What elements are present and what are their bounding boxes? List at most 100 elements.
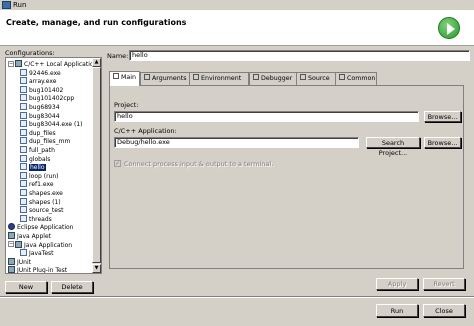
footer-separator: [0, 296, 474, 298]
tree-item-label: Java Application: [24, 241, 73, 249]
config-icon: [20, 94, 27, 102]
tab-arguments[interactable]: Arguments: [140, 72, 190, 85]
tab-common-icon: [339, 74, 345, 80]
revert-button[interactable]: Revert: [423, 278, 465, 290]
config-type-icon: [8, 266, 15, 273]
tree-expander-icon[interactable]: −: [8, 60, 14, 67]
tab-main[interactable]: Main: [109, 71, 140, 86]
close-button[interactable]: Close: [423, 304, 465, 317]
tab-environment-icon: [193, 74, 199, 80]
tab-debugger-icon: [253, 74, 259, 80]
config-icon: [20, 206, 27, 214]
configurations-label: Configurations:: [5, 49, 55, 57]
main-tab-panel: Project: hello Browse... C/C++ Applicati…: [109, 85, 464, 269]
config-icon: [20, 85, 27, 93]
tab-common[interactable]: Common: [335, 72, 377, 85]
dialog-header: Create, manage, and run configurations: [0, 10, 474, 46]
tab-label: Arguments: [152, 75, 187, 82]
tree-item-label: Java Applet: [17, 233, 52, 240]
tab-label: Source: [308, 75, 330, 82]
config-icon: [20, 189, 27, 196]
config-type-icon: [8, 257, 15, 265]
config-icon: [20, 154, 27, 162]
project-field[interactable]: hello: [114, 111, 419, 122]
config-icon: [20, 77, 27, 85]
tree-item-label: source_test: [29, 207, 64, 215]
tree-item-label: JUnit: [17, 258, 31, 266]
tree-item-label: globals: [29, 155, 51, 163]
tree-item-label: JUnit Plug-in Test: [17, 267, 68, 274]
search-project-button[interactable]: Search Project...: [366, 137, 420, 157]
tree-item[interactable]: JUnit Plug-in Test: [8, 266, 68, 274]
tree-item-label: dup_files_mm: [29, 138, 71, 146]
apply-button[interactable]: Apply: [376, 278, 418, 290]
tree-item-label: full_path: [29, 147, 55, 154]
tab-debugger[interactable]: Debugger: [249, 72, 297, 85]
browse-project-button[interactable]: Browse...: [424, 111, 461, 122]
tab-source-icon: [300, 74, 306, 80]
config-icon: [20, 171, 27, 179]
config-icon: [20, 103, 27, 110]
configurations-tree[interactable]: − C/C++ Local Application 92446.exe array.e…: [5, 57, 102, 274]
tree-item-label: bug101402: [29, 86, 64, 94]
tab-label: Debugger: [261, 75, 293, 82]
tab-arguments-icon: [144, 74, 150, 80]
config-icon: [20, 68, 27, 76]
browse-application-button[interactable]: Browse...: [424, 137, 461, 148]
eclipse-icon: [8, 223, 15, 231]
tree-item-label: dup_files: [29, 129, 56, 137]
connect-terminal-label: Connect process input & output to a term…: [124, 160, 274, 168]
project-label: Project:: [114, 101, 139, 109]
tree-item-label: bug101402cpp: [29, 95, 75, 103]
scroll-up-button[interactable]: ▲: [92, 58, 101, 67]
new-button[interactable]: New: [5, 281, 47, 293]
tree-scrollbar[interactable]: ▲ ▼: [92, 58, 101, 273]
name-field[interactable]: hello: [129, 50, 470, 61]
config-type-icon: [15, 60, 22, 67]
run-button[interactable]: Run: [376, 304, 418, 317]
tree-item-label: ref1.exe: [29, 181, 54, 189]
tab-source[interactable]: Source: [296, 72, 336, 85]
config-type-icon: [8, 232, 15, 239]
config-type-icon: [15, 240, 22, 248]
tab-label: Environment: [201, 75, 242, 82]
tree-item-label: hello: [29, 164, 46, 172]
tree-item-label: bug83044: [29, 112, 60, 120]
tree-item-label: bug68934: [29, 104, 60, 111]
config-icon: [20, 128, 27, 136]
tree-item-label: array.exe: [29, 78, 57, 86]
name-label: Name:: [107, 52, 129, 60]
tab-main-icon: [113, 73, 119, 79]
run-window-icon: [2, 1, 11, 9]
config-icon: [20, 163, 27, 171]
connect-terminal-checkbox[interactable]: ✓: [114, 160, 121, 167]
application-field[interactable]: Debug/hello.exe: [114, 137, 359, 148]
tree-item-label: shapes (1): [29, 198, 61, 206]
tree-item-label: 92446.exe: [29, 69, 61, 77]
config-icon: [20, 197, 27, 205]
config-icon: [20, 249, 27, 257]
tree-item-label: bug83044.exe (1): [29, 121, 83, 129]
tree-item-label: threads: [29, 215, 52, 223]
tree-item-label: Eclipse Application: [17, 224, 74, 232]
tab-label: Common: [347, 75, 376, 82]
window-title: Run: [13, 1, 27, 9]
config-icon: [20, 214, 27, 222]
config-icon: [20, 137, 27, 145]
config-icon: [20, 120, 27, 128]
tree-item-label: loop (run): [29, 172, 59, 180]
delete-button[interactable]: Delete: [51, 281, 93, 293]
scroll-thumb[interactable]: [92, 67, 101, 263]
tree-expander-icon[interactable]: −: [8, 241, 14, 248]
tree-item-label: JavaTest: [29, 250, 54, 258]
config-icon: [20, 111, 27, 119]
run-banner-icon: [438, 17, 460, 39]
tree-item-label: C/C++ Local Application: [24, 61, 98, 68]
tab-label: Main: [121, 74, 137, 81]
tree-item-label: shapes.exe: [29, 190, 63, 197]
header-title: Create, manage, and run configurations: [6, 18, 187, 27]
config-icon: [20, 180, 27, 188]
tab-environment[interactable]: Environment: [189, 72, 249, 85]
scroll-down-button[interactable]: ▼: [92, 264, 101, 273]
title-bar: Run: [0, 0, 474, 10]
